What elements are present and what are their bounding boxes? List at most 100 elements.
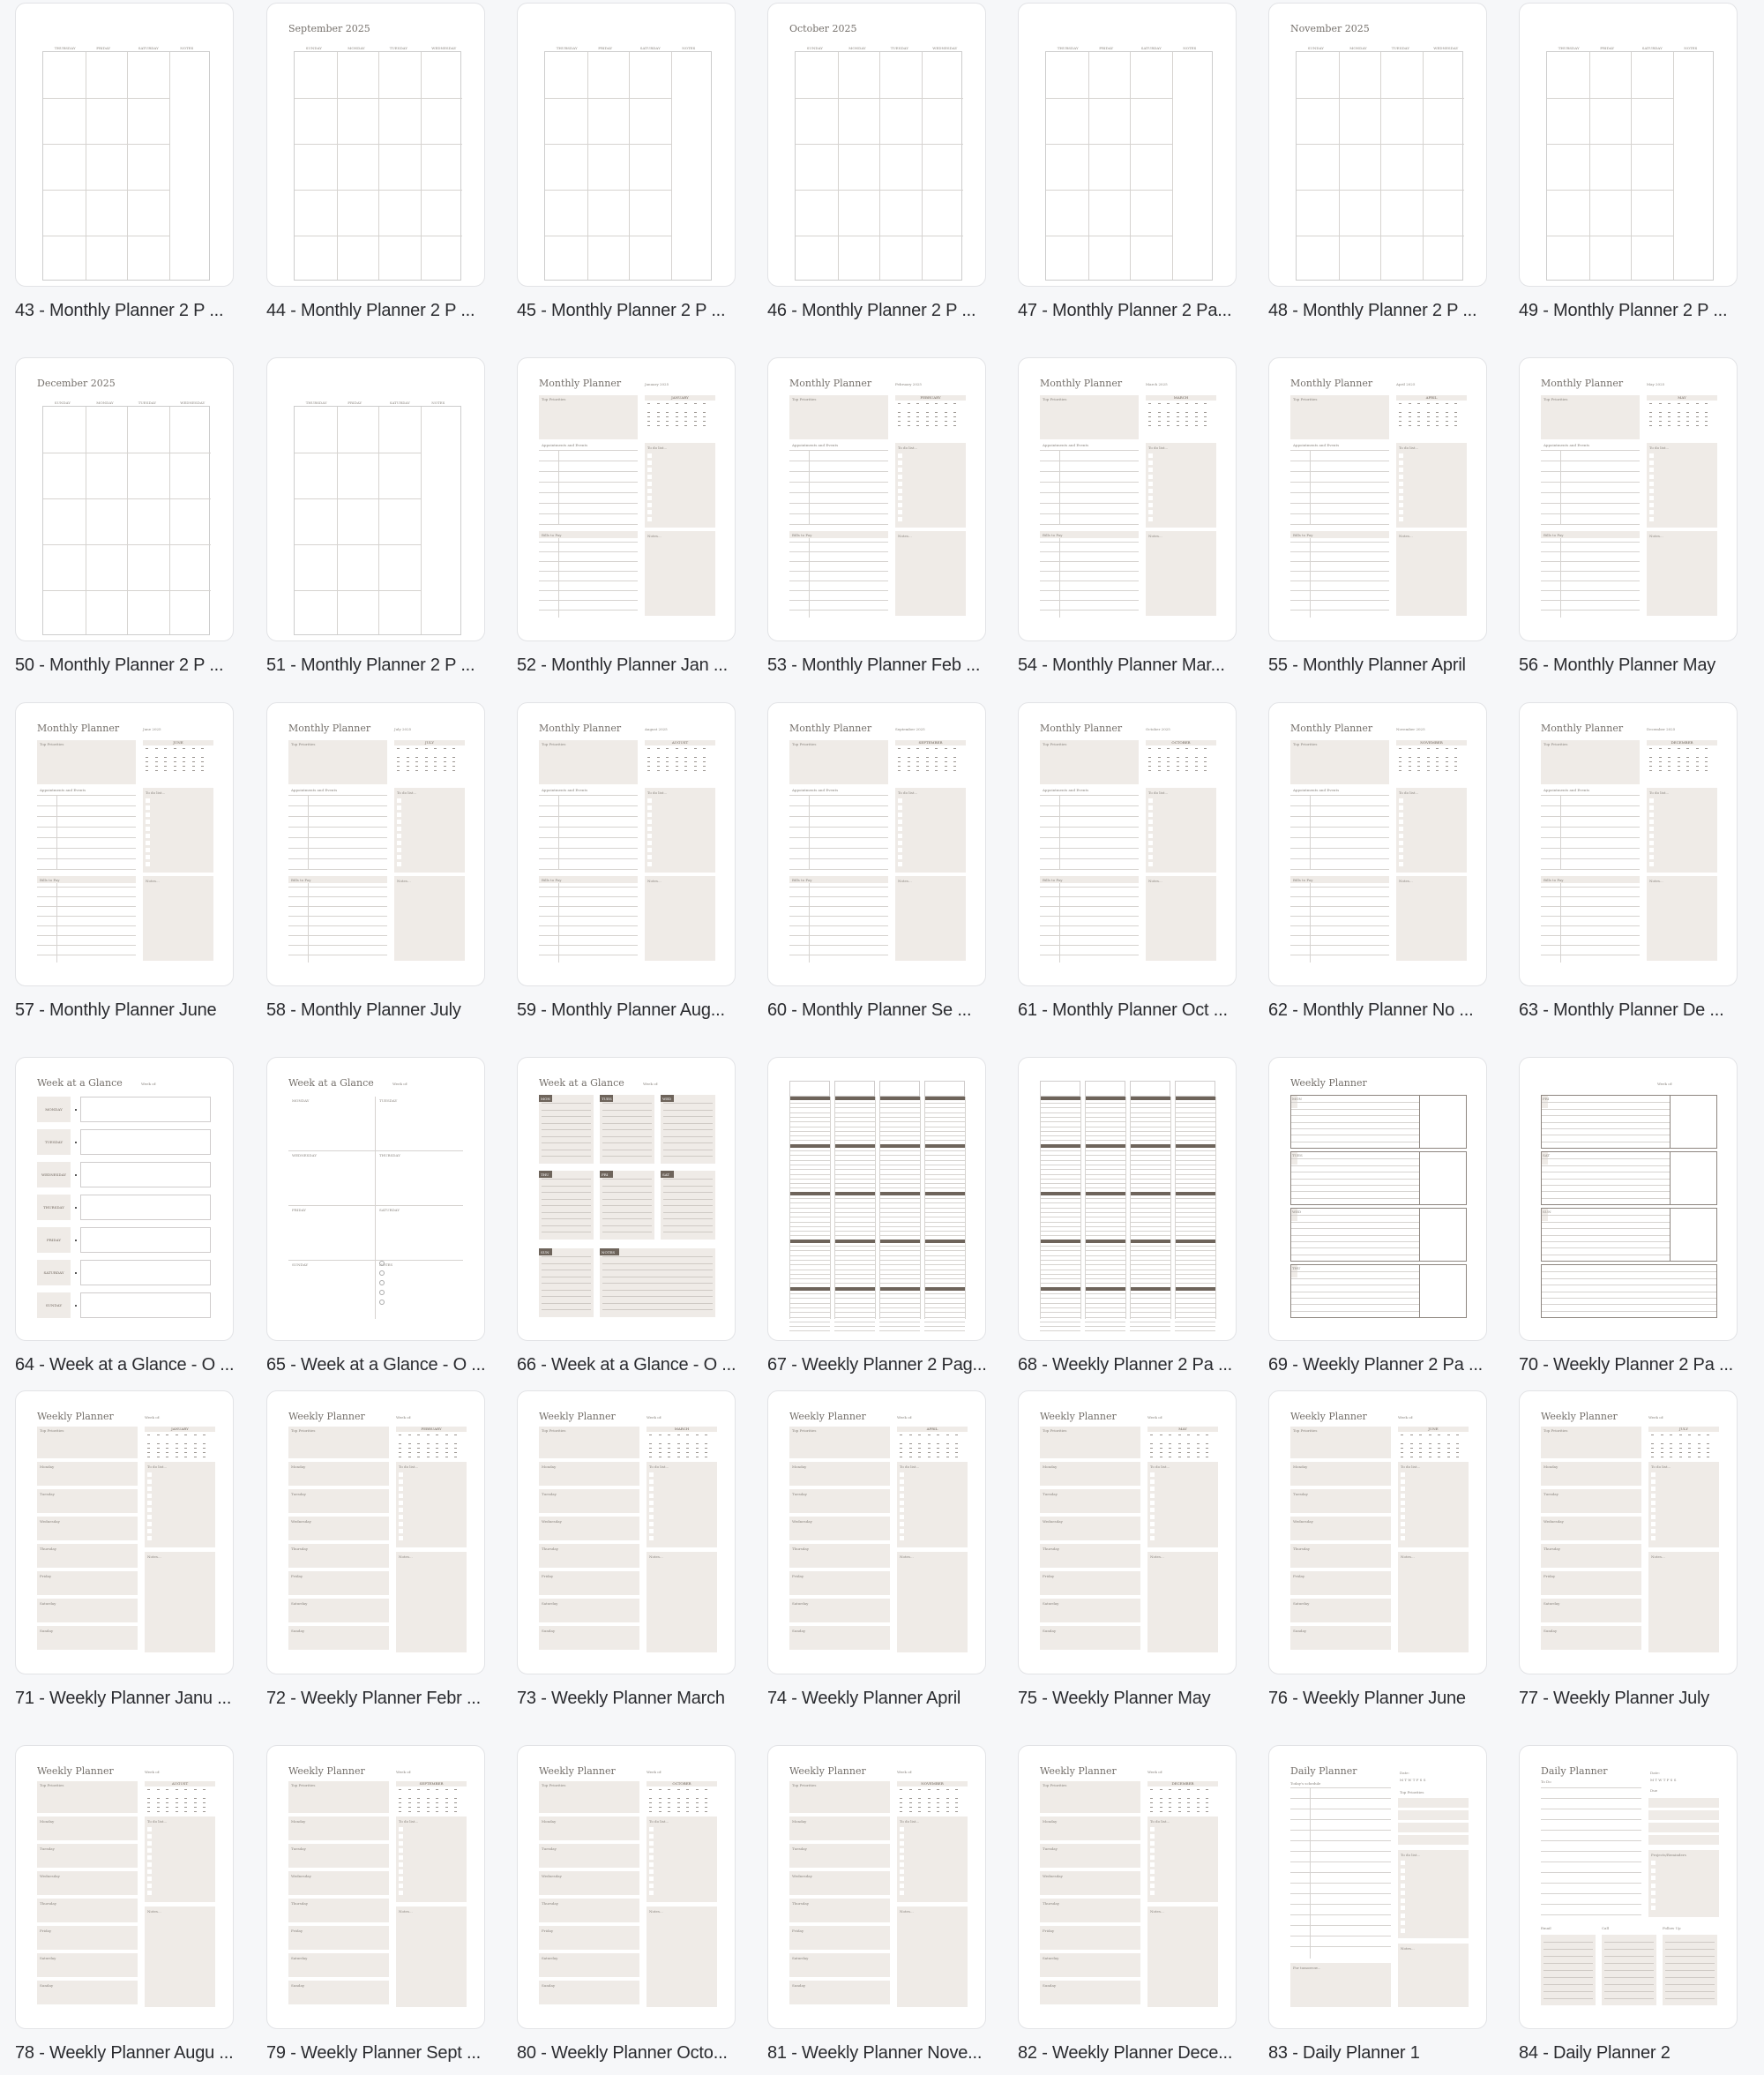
checkbox[interactable] (1148, 862, 1153, 866)
checkbox[interactable] (1651, 1479, 1656, 1484)
checkbox[interactable] (900, 1494, 904, 1498)
checkbox[interactable] (647, 453, 652, 458)
column-header-box[interactable] (1085, 1081, 1125, 1097)
page-caption[interactable]: 46 - Monthly Planner 2 P ... (767, 301, 997, 321)
page-caption[interactable]: 83 - Daily Planner 1 (1268, 2043, 1498, 2064)
checkbox[interactable] (1150, 1834, 1155, 1839)
page-caption[interactable]: 45 - Monthly Planner 2 P ... (517, 301, 746, 321)
checkbox[interactable] (1401, 1868, 1405, 1873)
page-thumbnail[interactable]: Weekly Planner Week of: Top Priorities Mond… (1519, 1390, 1738, 1674)
page-thumbnail[interactable]: Weekly Planner Week of: Top Priorities Mond… (517, 1390, 736, 1674)
page-caption[interactable]: 71 - Weekly Planner Janu ... (15, 1689, 244, 1709)
checkbox[interactable] (900, 1536, 904, 1540)
circle-bullet[interactable] (379, 1261, 385, 1266)
page-caption[interactable]: 56 - Monthly Planner May (1519, 655, 1748, 676)
checkbox[interactable] (399, 1472, 403, 1477)
checkbox[interactable] (399, 1522, 403, 1526)
page-thumbnail[interactable]: Weekly Planner Week of: Top Priorities Mond… (266, 1390, 485, 1674)
page-thumbnail[interactable] (1018, 1057, 1237, 1341)
checkbox[interactable] (1401, 1487, 1405, 1491)
checkbox[interactable] (649, 1494, 654, 1498)
page-caption[interactable]: 65 - Week at a Glance - O ... (266, 1355, 496, 1375)
checkbox[interactable] (399, 1891, 403, 1895)
page-caption[interactable]: 44 - Monthly Planner 2 P ... (266, 301, 496, 321)
checkbox[interactable] (647, 827, 652, 831)
checkbox[interactable] (898, 489, 902, 493)
checkbox[interactable] (647, 834, 652, 838)
checkbox[interactable] (1401, 1891, 1405, 1895)
checkbox[interactable] (1649, 798, 1654, 803)
checkbox[interactable] (1401, 1928, 1405, 1933)
page-thumbnail[interactable]: Monthly Planner July 2025 Top Priorities JU… (266, 702, 485, 986)
checkbox[interactable] (1649, 848, 1654, 852)
checkbox[interactable] (1649, 468, 1654, 472)
checkbox[interactable] (649, 1515, 654, 1519)
page-caption[interactable]: 62 - Monthly Planner No ... (1268, 1000, 1498, 1021)
checkbox[interactable] (1148, 517, 1153, 521)
checkbox[interactable] (397, 848, 401, 852)
checkbox[interactable] (399, 1834, 403, 1839)
checkbox[interactable] (399, 1479, 403, 1484)
checkbox[interactable] (1651, 1472, 1656, 1477)
checkbox[interactable] (1150, 1855, 1155, 1860)
page-thumbnail[interactable]: Monthly Planner October 2025 Top Prioritie… (1018, 702, 1237, 986)
checkbox[interactable] (1150, 1891, 1155, 1895)
page-thumbnail[interactable]: Week at a Glance Week of: MONDAY TUESDAY WED… (15, 1057, 234, 1341)
page-thumbnail[interactable]: Weekly Planner Week of: Top Priorities Mond… (15, 1390, 234, 1674)
page-caption[interactable]: 84 - Daily Planner 2 (1519, 2043, 1748, 2064)
checkbox[interactable] (1651, 1536, 1656, 1540)
due-box[interactable] (1648, 1835, 1719, 1845)
checkbox[interactable] (649, 1884, 654, 1888)
checkbox[interactable] (1150, 1848, 1155, 1853)
column-header-box[interactable] (1040, 1081, 1080, 1097)
checkbox[interactable] (1148, 805, 1153, 810)
checkbox[interactable] (1649, 453, 1654, 458)
page-caption[interactable]: 70 - Weekly Planner 2 Pa ... (1519, 1355, 1748, 1375)
page-thumbnail[interactable]: Daily Planner Date: M T W T F S S To Do Due P… (1519, 1745, 1738, 2029)
checkbox[interactable] (898, 862, 902, 866)
checkbox[interactable] (1649, 510, 1654, 514)
checkbox[interactable] (1649, 834, 1654, 838)
checkbox[interactable] (1150, 1536, 1155, 1540)
checkbox[interactable] (146, 841, 150, 845)
checkbox[interactable] (147, 1529, 152, 1533)
day-block[interactable] (1541, 1264, 1717, 1318)
page-thumbnail[interactable]: September 2025 SUNDAY MONDAY TUESDAY WEDNESD… (266, 3, 485, 287)
page-caption[interactable]: 79 - Weekly Planner Sept ... (266, 2043, 496, 2064)
checkbox[interactable] (399, 1869, 403, 1874)
checkbox[interactable] (1148, 827, 1153, 831)
checkbox[interactable] (1649, 862, 1654, 866)
checkbox[interactable] (1148, 468, 1153, 472)
checkbox[interactable] (1399, 855, 1403, 859)
checkbox[interactable] (1150, 1884, 1155, 1888)
day-block[interactable]: SAT (1541, 1151, 1717, 1205)
checkbox[interactable] (647, 468, 652, 472)
checkbox[interactable] (649, 1869, 654, 1874)
checkbox[interactable] (1150, 1508, 1155, 1512)
page-caption[interactable]: 77 - Weekly Planner July (1519, 1689, 1748, 1709)
checkbox[interactable] (397, 798, 401, 803)
page-thumbnail[interactable]: Monthly Planner April 2025 Top Priorities A… (1268, 357, 1487, 641)
checkbox[interactable] (1651, 1487, 1656, 1491)
checkbox[interactable] (1401, 1906, 1405, 1910)
checkbox[interactable] (1150, 1479, 1155, 1484)
page-thumbnail[interactable]: Week at a Glance Week of: MON TUES WED THU FRI… (517, 1057, 736, 1341)
checkbox[interactable] (898, 503, 902, 507)
page-thumbnail[interactable]: Weekly Planner Week of: Top Priorities Mond… (767, 1745, 986, 2029)
checkbox[interactable] (1148, 496, 1153, 500)
checkbox[interactable] (146, 813, 150, 817)
checkbox[interactable] (147, 1855, 152, 1860)
checkbox[interactable] (1148, 482, 1153, 486)
checkbox[interactable] (647, 855, 652, 859)
checkbox[interactable] (649, 1827, 654, 1832)
page-caption[interactable]: 75 - Weekly Planner May (1018, 1689, 1247, 1709)
priority-box[interactable] (1398, 1835, 1469, 1845)
checkbox[interactable] (146, 798, 150, 803)
checkbox[interactable] (1399, 862, 1403, 866)
checkbox[interactable] (146, 834, 150, 838)
checkbox[interactable] (900, 1479, 904, 1484)
checkbox[interactable] (1148, 503, 1153, 507)
checkbox[interactable] (647, 517, 652, 521)
checkbox[interactable] (1399, 805, 1403, 810)
day-block[interactable]: FRI (1541, 1095, 1717, 1149)
